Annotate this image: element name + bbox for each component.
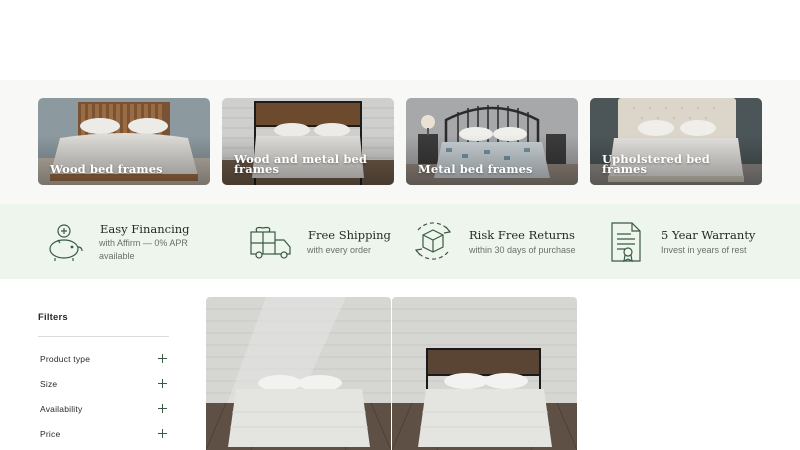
perk-financing: Easy Financing with Affirm — 0% APR avai… — [40, 204, 210, 279]
filter-label: Availability — [40, 404, 83, 414]
piggy-bank-icon — [49, 224, 83, 261]
perk-subtitle: with Affirm — 0% APR available — [99, 238, 188, 261]
category-card-wood[interactable]: Wood bed frames — [38, 98, 210, 185]
header-spacer — [0, 0, 800, 80]
product-image-platform-bed — [206, 297, 391, 450]
product-image-headboard-bed — [392, 297, 577, 450]
delivery-truck-icon — [250, 226, 291, 259]
product-card-1[interactable] — [206, 297, 391, 450]
filter-availability[interactable]: Availability — [38, 401, 169, 417]
perks-bar: Easy Financing with Affirm — 0% APR avai… — [0, 204, 800, 279]
filter-size[interactable]: Size — [38, 376, 169, 392]
perk-subtitle: within 30 days of purchase — [469, 245, 576, 255]
category-card-upholstered[interactable]: Upholstered bed frames — [590, 98, 762, 185]
category-label: Wood bed frames — [50, 162, 163, 176]
perk-title: Easy Financing — [100, 222, 190, 236]
filter-product-type[interactable]: Product type — [38, 351, 169, 367]
category-label: Metal bed frames — [418, 162, 533, 176]
certificate-icon — [611, 222, 641, 263]
perk-returns: Risk Free Returns within 30 days of purc… — [410, 204, 590, 279]
plus-icon[interactable] — [158, 379, 167, 388]
perk-title: 5 Year Warranty — [661, 228, 756, 242]
filters-sidebar: Filters Product type Size Availability P… — [38, 308, 169, 439]
category-label: Upholstered bed frames — [602, 152, 710, 176]
plus-icon[interactable] — [158, 354, 167, 363]
return-box-icon — [414, 222, 452, 260]
plus-icon[interactable] — [158, 429, 167, 438]
category-label: Wood and metal bed frames — [234, 152, 368, 176]
filters-divider — [38, 336, 169, 337]
filter-price[interactable]: Price — [38, 426, 169, 442]
plus-icon[interactable] — [158, 404, 167, 413]
perk-warranty: 5 Year Warranty Invest in years of rest — [608, 204, 768, 279]
perk-subtitle: with every order — [307, 245, 372, 255]
category-card-wood-and-metal[interactable]: Wood and metal bed frames — [222, 98, 394, 185]
category-card-metal[interactable]: Metal bed frames — [406, 98, 578, 185]
perk-subtitle: Invest in years of rest — [661, 245, 747, 255]
perk-title: Risk Free Returns — [469, 228, 575, 242]
category-row: Wood bed frames Wood and metal bed frame… — [0, 80, 800, 204]
filter-label: Size — [40, 379, 58, 389]
filter-label: Price — [40, 429, 61, 439]
perk-shipping: Free Shipping with every order — [248, 204, 398, 279]
product-card-2[interactable] — [392, 297, 577, 450]
filters-title: Filters — [38, 312, 68, 323]
filter-label: Product type — [40, 354, 91, 364]
perk-title: Free Shipping — [308, 228, 391, 242]
